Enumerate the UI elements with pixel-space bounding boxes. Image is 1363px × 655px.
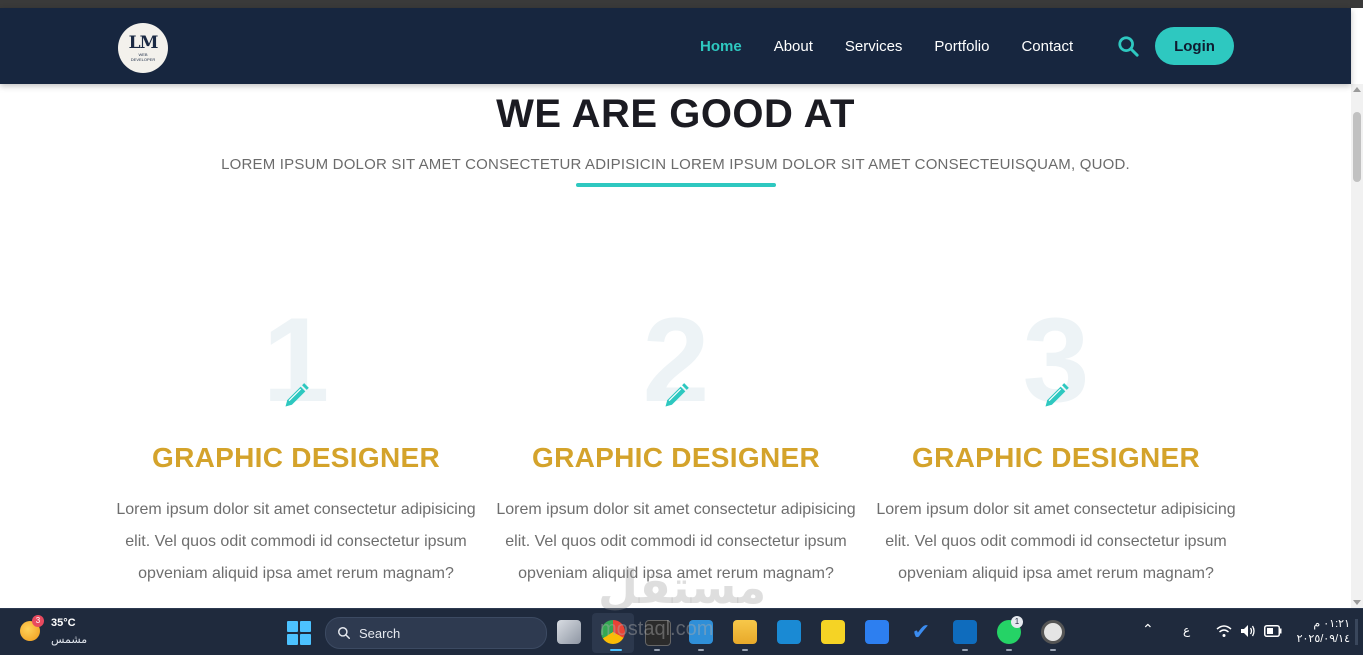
browser-top-strip: [0, 0, 1363, 8]
chevron-up-icon[interactable]: ⌃: [1142, 621, 1154, 638]
app-running-indicator: [610, 649, 622, 651]
taskbar-date: ٢٠٢٥/٠٩/١٤: [1296, 633, 1350, 645]
card-title: GRAPHIC DESIGNER: [912, 442, 1200, 473]
pencil-icon: [665, 383, 689, 407]
windows-start-icon[interactable]: [287, 621, 311, 645]
whatsapp-badge: 1: [1011, 616, 1023, 628]
nav-link-home[interactable]: Home: [700, 38, 742, 55]
scroll-thumb[interactable]: [1353, 112, 1361, 182]
weather-badge: 3: [32, 615, 44, 627]
volume-icon[interactable]: [1240, 624, 1256, 638]
taskbar-search[interactable]: Search: [325, 617, 547, 649]
app-running-indicator: [1006, 649, 1012, 651]
pencil-icon: [1045, 383, 1069, 407]
battery-icon[interactable]: [1264, 625, 1282, 637]
app-running-indicator: [654, 649, 660, 651]
login-button[interactable]: Login: [1155, 27, 1234, 65]
card-title: GRAPHIC DESIGNER: [152, 442, 440, 473]
section-title: WE ARE GOOD AT: [496, 92, 855, 136]
language-indicator[interactable]: ع: [1183, 623, 1190, 637]
search-icon[interactable]: [1117, 35, 1139, 57]
watermark-latin: mostaql.com: [600, 618, 714, 640]
nav-links: Home About Services Portfolio Contact: [700, 8, 1105, 84]
clock-icon[interactable]: [1041, 620, 1065, 644]
nav-link-services[interactable]: Services: [845, 38, 903, 55]
logo-mark: LM: [128, 32, 159, 53]
scroll-up-arrow-icon[interactable]: [1353, 87, 1361, 92]
site-logo[interactable]: LM WEB DEVELOPER: [118, 23, 168, 73]
weather-temperature[interactable]: 35°C: [51, 617, 76, 629]
nav-link-about[interactable]: About: [774, 38, 813, 55]
pencil-icon: [285, 383, 309, 407]
scroll-down-arrow-icon[interactable]: [1353, 600, 1361, 605]
search-icon: [338, 627, 350, 639]
taskbar-search-label: Search: [359, 625, 401, 641]
weather-condition[interactable]: مشمس: [51, 633, 87, 646]
app-running-indicator: [962, 649, 968, 651]
card-body: Lorem ipsum dolor sit amet consectetur a…: [876, 501, 1236, 582]
show-desktop-button[interactable]: [1355, 619, 1358, 645]
file-explorer-icon[interactable]: [733, 620, 757, 644]
calendar-icon[interactable]: [865, 620, 889, 644]
watermark-arabic: مستقل: [598, 561, 767, 613]
outlook-icon[interactable]: [953, 620, 977, 644]
navbar: LM WEB DEVELOPER Home About Services Por…: [0, 8, 1351, 84]
nav-link-contact[interactable]: Contact: [1021, 38, 1073, 55]
mail-icon[interactable]: [777, 620, 801, 644]
logo-subtitle: WEB DEVELOPER: [130, 51, 156, 62]
todo-icon[interactable]: ✔: [909, 620, 933, 644]
app-running-indicator: [742, 649, 748, 651]
app-running-indicator: [698, 649, 704, 651]
page-scrollbar[interactable]: [1351, 84, 1363, 608]
wifi-icon[interactable]: [1216, 624, 1232, 638]
taskbar-clock[interactable]: ٠١:٢١ م ٢٠٢٥/٠٩/١٤: [1290, 617, 1350, 647]
card-title: GRAPHIC DESIGNER: [532, 442, 820, 473]
nav-link-portfolio[interactable]: Portfolio: [934, 38, 989, 55]
section-subtitle: LOREM IPSUM DOLOR SIT AMET CONSECTETUR A…: [221, 156, 1130, 173]
title-underline: [576, 183, 776, 187]
app-running-indicator: [1050, 649, 1056, 651]
card-body: Lorem ipsum dolor sit amet consectetur a…: [116, 501, 476, 582]
task-view-icon[interactable]: [557, 620, 581, 644]
sticky-notes-icon[interactable]: [821, 620, 845, 644]
taskbar-time: ٠١:٢١ م: [1313, 618, 1350, 630]
